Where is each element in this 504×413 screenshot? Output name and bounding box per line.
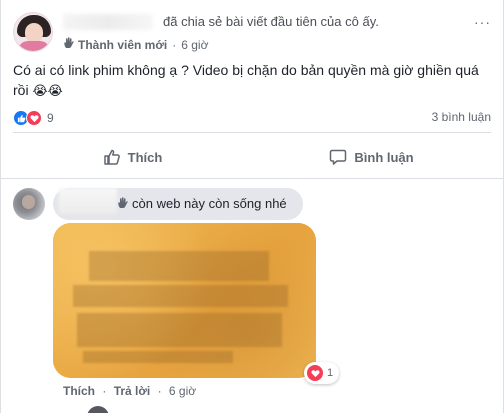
reactions-summary[interactable]: 9 [13,109,54,127]
comment-button-label: Bình luận [354,149,414,165]
like-button-label: Thích [127,149,163,165]
more-options-icon[interactable]: ··· [474,14,491,30]
post-time[interactable]: 6 giờ [181,38,208,52]
post-text: Có ai có link phim không ạ ? Video bị ch… [13,62,479,98]
comment-actions: Thích · Trả lời · 6 giờ [63,384,197,398]
commenter-name-blurred[interactable] [59,188,117,214]
thumbs-up-icon [103,149,120,165]
author-name-blurred[interactable] [63,14,153,30]
comment-time[interactable]: 6 giờ [169,384,196,398]
comment-reply-link[interactable]: Trả lời [114,384,151,398]
crying-emoji-icon: 😭😭 [32,83,63,98]
like-button[interactable]: Thích [13,140,252,174]
post-body: Có ai có link phim không ạ ? Video bị ch… [13,60,491,101]
post-card: đã chia sẻ bài viết đầu tiên của cô ấy. … [0,0,504,413]
comment-like-link[interactable]: Thích [63,384,95,398]
post-meta: Thành viên mới · 6 giờ [63,37,208,52]
comment-text: còn web này còn sống nhé [117,196,287,211]
post-headline: đã chia sẻ bài viết đầu tiên của cô ấy. [163,14,379,29]
divider [13,132,491,133]
wave-icon [63,37,75,52]
wave-icon [118,197,128,208]
comment-reaction-count: 1 [327,367,334,379]
post-actions: Thích Bình luận [13,140,491,174]
post-header: đã chia sẻ bài viết đầu tiên của cô ấy. … [13,10,491,56]
love-reaction-icon [26,110,42,126]
comment-image-blurred[interactable] [53,223,316,378]
love-reaction-icon [307,365,323,381]
comment-button[interactable]: Bình luận [252,140,491,174]
commenter-avatar[interactable] [13,188,45,220]
comments-count-link[interactable]: 3 bình luận [432,110,491,124]
author-avatar[interactable] [13,12,53,52]
comment-reaction[interactable]: 1 [304,362,340,384]
reactions-count: 9 [47,111,54,125]
comment-icon [330,149,347,165]
new-member-badge[interactable]: Thành viên mới [78,38,167,52]
